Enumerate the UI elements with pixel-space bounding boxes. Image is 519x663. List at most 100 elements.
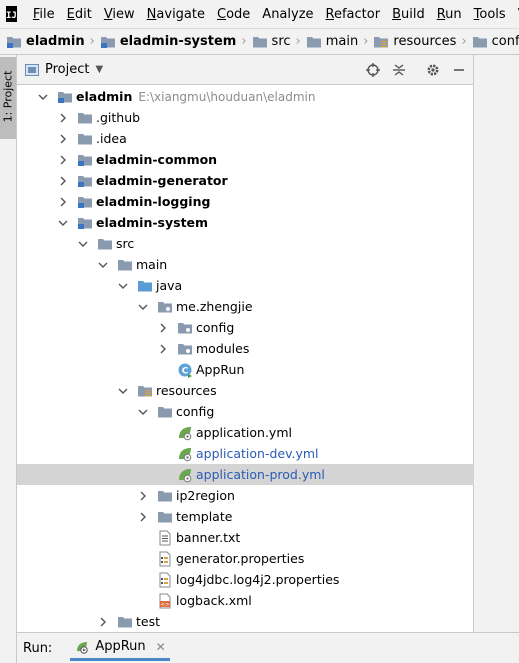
tree-row[interactable]: config (17, 401, 474, 422)
tree-row[interactable]: eladmin-common (17, 149, 474, 170)
tree-item-label: banner.txt (176, 530, 241, 545)
menu-item[interactable]: View (98, 7, 141, 22)
run-toolbar: Run: AppRun ✕ (17, 632, 519, 663)
chevron-right-icon: › (363, 34, 369, 49)
menu-label: avigate (156, 6, 205, 22)
tree-row[interactable]: config (17, 317, 474, 338)
folder-icon (157, 488, 173, 504)
tree-row[interactable]: banner.txt (17, 527, 474, 548)
chevron-down-icon[interactable] (77, 238, 89, 250)
tree-row[interactable]: .idea (17, 128, 474, 149)
menu-label: uild (401, 6, 425, 22)
tree-item-label: java (156, 278, 183, 293)
menu-label: iew (112, 6, 135, 22)
menu-item[interactable]: Tools (468, 7, 512, 22)
chevron-right-icon[interactable] (57, 196, 69, 208)
menu-item[interactable]: Build (386, 7, 431, 22)
locate-target-icon[interactable] (365, 62, 381, 78)
tree-row[interactable]: log4jdbc.log4j2.properties (17, 569, 474, 590)
tree-row[interactable]: C AppRun (17, 359, 474, 380)
chevron-right-icon[interactable] (57, 112, 69, 124)
tree-row[interactable]: main (17, 254, 474, 275)
tree-item-label: .github (96, 110, 141, 125)
run-tab-apprun[interactable]: AppRun ✕ (70, 635, 170, 661)
tree-item-label: eladmin-common (96, 152, 218, 167)
menu-item[interactable]: Edit (61, 7, 98, 22)
chevron-right-icon[interactable] (57, 175, 69, 187)
chevron-down-icon[interactable] (57, 217, 69, 229)
tree-row[interactable]: src (17, 233, 474, 254)
tree-item-label: main (136, 257, 168, 272)
breadcrumb-item[interactable]: eladmin (6, 34, 85, 50)
minimize-icon[interactable] (451, 62, 467, 78)
spring-yml-icon (177, 425, 193, 441)
tree-row[interactable]: resources (17, 380, 474, 401)
tree-row[interactable]: eladmin-generator (17, 170, 474, 191)
tree-row[interactable]: application-prod.yml (17, 464, 474, 485)
chevron-right-icon[interactable] (137, 511, 149, 523)
menu-item[interactable]: Run (431, 7, 468, 22)
chevron-right-icon: › (295, 34, 301, 49)
breadcrumb-item[interactable]: main (306, 34, 358, 50)
project-tool-tab-label: 1: Project (1, 70, 15, 123)
tree-row[interactable]: ip2region (17, 485, 474, 506)
tree-row[interactable]: application.yml (17, 422, 474, 443)
menu-item[interactable]: Analyze (256, 7, 319, 22)
collapse-all-icon[interactable] (391, 62, 407, 78)
tree-row[interactable]: java (17, 275, 474, 296)
chevron-right-icon[interactable] (57, 154, 69, 166)
menu-label: Analyze (262, 6, 314, 22)
chevron-down-icon[interactable] (137, 301, 149, 313)
tree-row[interactable]: test (17, 611, 474, 632)
menu-item[interactable]: VCS (512, 7, 519, 22)
chevron-right-icon[interactable] (137, 490, 149, 502)
module-folder-icon (57, 89, 73, 105)
menu-mnemonic: N (146, 6, 157, 22)
chevron-right-icon[interactable] (157, 322, 169, 334)
package-icon (157, 299, 173, 315)
run-tab-label: AppRun (95, 639, 146, 654)
tree-item-label: generator.properties (176, 551, 305, 566)
breadcrumb-item[interactable]: config (472, 34, 519, 50)
tree-row[interactable]: me.zhengjie (17, 296, 474, 317)
close-icon[interactable]: ✕ (156, 640, 166, 654)
chevron-down-icon[interactable] (137, 406, 149, 418)
breadcrumb-item[interactable]: eladmin-system (100, 34, 236, 50)
tree-item-label: logback.xml (176, 593, 252, 608)
tree-row[interactable]: eladmin-system (17, 212, 474, 233)
tree-row[interactable]: eladmin E:\xiangmu\houduan\eladmin (17, 86, 474, 107)
project-view-selector[interactable]: Project ▼ (25, 62, 103, 77)
tree-row[interactable]: eladmin-logging (17, 191, 474, 212)
chevron-down-icon[interactable] (117, 385, 129, 397)
breadcrumb-item[interactable]: resources (373, 34, 456, 50)
tree-row[interactable]: modules (17, 338, 474, 359)
tree-row[interactable]: application-dev.yml (17, 443, 474, 464)
tree-row[interactable]: .github (17, 107, 474, 128)
project-tool-tab[interactable]: 1: Project (0, 57, 16, 139)
left-tool-strip: 1: Project (0, 55, 17, 663)
chevron-down-icon[interactable] (117, 280, 129, 292)
menu-label: ools (479, 6, 506, 22)
chevron-down-icon[interactable] (37, 91, 49, 103)
source-folder-icon (137, 278, 153, 294)
menu-item[interactable]: Refactor (320, 7, 387, 22)
chevron-right-icon[interactable] (57, 133, 69, 145)
gear-icon[interactable] (425, 62, 441, 78)
chevron-right-icon[interactable] (157, 343, 169, 355)
tree-row[interactable]: <> logback.xml (17, 590, 474, 611)
project-panel-header: Project ▼ (17, 55, 473, 85)
breadcrumb-item[interactable]: src (252, 34, 291, 50)
tree-item-label: eladmin-system (96, 215, 209, 230)
tree-row[interactable]: generator.properties (17, 548, 474, 569)
menu-item[interactable]: Navigate (141, 7, 211, 22)
chevron-right-icon[interactable] (97, 616, 109, 628)
xml-file-icon: <> (157, 593, 173, 609)
tree-row[interactable]: template (17, 506, 474, 527)
menu-item[interactable]: Code (211, 7, 256, 22)
module-folder-icon (6, 34, 22, 50)
chevron-down-icon[interactable] (97, 259, 109, 271)
menu-item[interactable]: File (27, 7, 61, 22)
